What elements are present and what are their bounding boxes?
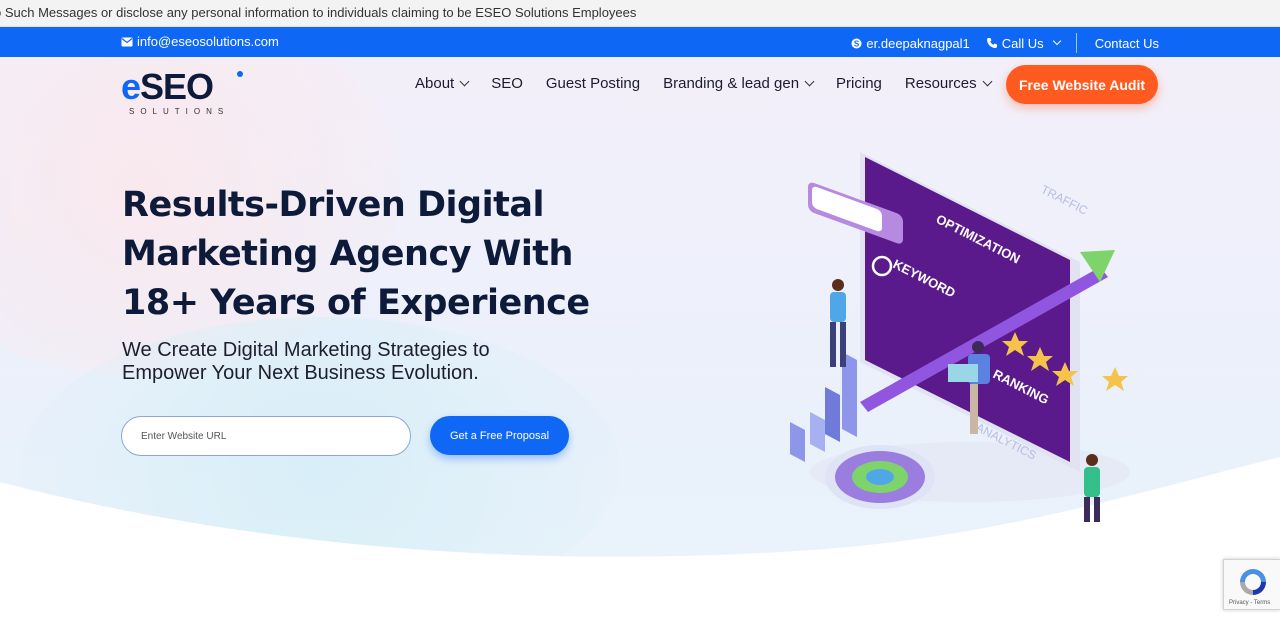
top-contact-bar: info@eseosolutions.com S er.deepaknagpal…	[0, 27, 1280, 57]
subline-line-2: Empower Your Next Business Evolution.	[122, 362, 479, 384]
headline-line-2: Marketing Agency With	[122, 234, 573, 274]
get-free-proposal-button[interactable]: Get a Free Proposal	[430, 416, 569, 455]
logo-dot	[237, 71, 243, 77]
headline-line-1: Results-Driven Digital	[122, 185, 544, 225]
site-header: eSEO SOLUTIONS About SEO Guest Posting B…	[0, 57, 1280, 117]
free-website-audit-button[interactable]: Free Website Audit	[1006, 65, 1158, 104]
logo-subtitle: SOLUTIONS	[129, 107, 230, 116]
hero-section: eSEO SOLUTIONS About SEO Guest Posting B…	[0, 57, 1280, 620]
eseo-logo[interactable]: eSEO SOLUTIONS	[121, 67, 246, 119]
hero-subheadline: We Create Digital Marketing Strategies t…	[122, 339, 542, 385]
email-text: info@eseosolutions.com	[137, 34, 279, 49]
divider	[1075, 33, 1077, 53]
notice-text: o Such Messages or disclose any personal…	[0, 5, 637, 20]
notice-bar: o Such Messages or disclose any personal…	[0, 0, 1280, 27]
chevron-down-icon	[459, 76, 470, 87]
subline-line-1: We Create Digital Marketing Strategies t…	[122, 339, 490, 361]
website-url-input[interactable]	[121, 416, 411, 456]
call-us-dropdown[interactable]: Call Us	[986, 35, 1061, 51]
recaptcha-icon	[1240, 569, 1266, 595]
headline-line-3: 18+ Years of Experience	[122, 283, 590, 323]
main-nav: About SEO Guest Posting Branding & lead …	[415, 75, 993, 92]
nav-item-pricing[interactable]: Pricing	[836, 75, 882, 92]
call-us-label: Call Us	[1001, 35, 1044, 51]
skype-link[interactable]: S er.deepaknagpal1	[851, 35, 970, 51]
skype-icon: S	[851, 38, 862, 48]
chevron-down-icon	[804, 76, 815, 87]
contact-us-label: Contact Us	[1094, 35, 1159, 51]
svg-text:S: S	[854, 39, 860, 48]
skype-text: er.deepaknagpal1	[866, 35, 970, 51]
hero-headline: Results-Driven Digital Marketing Agency …	[122, 181, 592, 328]
chevron-down-icon	[982, 76, 993, 87]
logo-wordmark: eSEO	[121, 66, 214, 107]
chevron-down-icon	[1052, 36, 1061, 46]
nav-item-branding[interactable]: Branding & lead gen	[663, 75, 815, 92]
contact-us-link[interactable]: Contact Us	[1095, 36, 1159, 51]
nav-item-resources[interactable]: Resources	[905, 75, 993, 92]
email-link[interactable]: info@eseosolutions.com	[121, 34, 279, 49]
seo-illustration: OPTIMIZATION KEYWORD RANKING TRAFFIC ANA…	[790, 152, 1130, 522]
mail-icon	[121, 37, 133, 46]
svg-text:TRAFFIC: TRAFFIC	[1039, 182, 1091, 218]
nav-item-guest-posting[interactable]: Guest Posting	[546, 75, 640, 92]
nav-item-seo[interactable]: SEO	[491, 75, 523, 92]
recaptcha-badge[interactable]: Privacy - Terms	[1223, 559, 1280, 610]
recaptcha-links[interactable]: Privacy - Terms	[1229, 600, 1270, 606]
nav-item-about[interactable]: About	[415, 75, 470, 92]
phone-icon	[986, 38, 997, 48]
